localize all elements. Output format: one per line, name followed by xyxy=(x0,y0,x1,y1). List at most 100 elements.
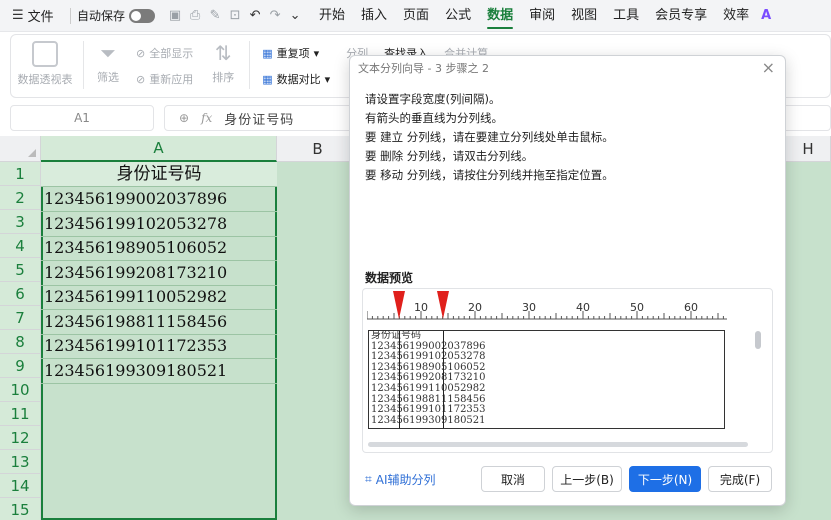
chevron-down-icon: ▾ xyxy=(324,72,331,86)
row-header[interactable]: 4 xyxy=(0,234,41,258)
tab-review[interactable]: 审阅 xyxy=(521,0,563,32)
cell-a8[interactable]: 123456199101172353 xyxy=(41,334,277,359)
ruler-label: 20 xyxy=(468,301,482,314)
instruction-line: 请设置字段宽度(列间隔)。 xyxy=(365,92,501,106)
row-header[interactable]: 7 xyxy=(0,306,41,330)
column-header-a[interactable]: A xyxy=(41,136,277,162)
cell-a3[interactable]: 123456199102053278 xyxy=(41,212,277,237)
row-header[interactable]: 2 xyxy=(0,186,41,210)
cell-a6[interactable]: 123456199110052982 xyxy=(41,285,277,310)
ruler-label: 10 xyxy=(414,301,428,314)
dialog-title: 文本分列向导 - 3 步骤之 2 xyxy=(358,62,489,75)
cancel-button[interactable]: 取消 xyxy=(481,466,545,492)
cell-a1[interactable]: 身份证号码 xyxy=(41,162,277,187)
cell-a7[interactable]: 123456198811158456 xyxy=(41,310,277,335)
instruction-line: 有箭头的垂直线为分列线。 xyxy=(365,111,503,125)
row-header[interactable]: 14 xyxy=(0,474,41,498)
chevron-down-icon[interactable]: ⌄ xyxy=(285,6,305,26)
fx-icon[interactable]: fx xyxy=(201,111,212,125)
vertical-scrollbar[interactable] xyxy=(755,331,761,349)
tab-view[interactable]: 视图 xyxy=(563,0,605,32)
horizontal-scrollbar[interactable] xyxy=(368,442,748,447)
autosave-label: 自动保存 xyxy=(77,9,126,23)
tab-member[interactable]: 会员专享 xyxy=(647,0,715,32)
column-ruler[interactable]: 10 20 30 40 50 60 xyxy=(367,289,739,333)
redo-icon[interactable]: ↷ xyxy=(265,6,285,26)
compare-label: 数据对比 xyxy=(276,73,321,86)
tab-home[interactable]: 开始 xyxy=(311,0,353,32)
autosave-toggle[interactable] xyxy=(129,8,156,23)
format-painter-icon[interactable]: ✎ xyxy=(205,6,225,26)
preview-line: 123456199309180521 xyxy=(371,414,486,426)
split-line[interactable] xyxy=(443,331,444,428)
row-header[interactable]: 5 xyxy=(0,258,41,282)
tab-formula[interactable]: 公式 xyxy=(437,0,479,32)
row-header[interactable]: 8 xyxy=(0,330,41,354)
show-all-label: 全部显示 xyxy=(149,47,194,60)
undo-icon[interactable]: ↶ xyxy=(245,6,265,26)
menu-separator xyxy=(70,7,71,24)
data-preview-panel[interactable]: 10 20 30 40 50 60 身份证号码 1234561990020378… xyxy=(362,288,773,453)
tab-insert[interactable]: 插入 xyxy=(353,0,395,32)
split-line[interactable] xyxy=(399,331,400,428)
hamburger-icon: ☰ xyxy=(12,8,24,23)
show-all-icon: ⊘ xyxy=(136,46,146,60)
instructions: 请设置字段宽度(列间隔)。 有箭头的垂直线为分列线。 要 建立 分列线，请在要建… xyxy=(365,90,614,185)
row-header[interactable]: 12 xyxy=(0,426,41,450)
compare-button[interactable]: ▦ 数据对比 ▾ xyxy=(262,71,330,87)
preview-text[interactable]: 身份证号码 123456199002037896 123456199102053… xyxy=(368,330,725,429)
formula-content: 身份证号码 xyxy=(224,112,295,128)
row-header[interactable]: 1 xyxy=(0,162,41,186)
autosave-control[interactable]: 自动保存 xyxy=(77,7,156,24)
row-header[interactable]: 3 xyxy=(0,210,41,234)
row-header[interactable]: 13 xyxy=(0,450,41,474)
reapply-icon: ⊘ xyxy=(136,72,146,86)
column-header-b[interactable]: B xyxy=(277,136,359,162)
duplicates-button[interactable]: ▦ 重复项 ▾ xyxy=(262,45,330,61)
close-icon[interactable]: × xyxy=(762,58,775,77)
next-button[interactable]: 下一步(N) xyxy=(629,466,701,492)
file-menu[interactable]: ☰ 文件 xyxy=(0,6,64,25)
cell-a5[interactable]: 123456199208173210 xyxy=(41,261,277,286)
tab-page[interactable]: 页面 xyxy=(395,0,437,32)
instruction-line: 要 移动 分列线，请按住分列线并拖至指定位置。 xyxy=(365,168,614,182)
cell-a4[interactable]: 123456198905106052 xyxy=(41,236,277,261)
ribbon-tabs: 开始 插入 页面 公式 数据 审阅 视图 工具 会员专享 效率 A xyxy=(311,0,771,32)
print-icon[interactable]: ⎙ xyxy=(185,6,205,26)
ai-split-icon: ⌗ xyxy=(365,472,372,486)
ruler-label: 40 xyxy=(576,301,590,314)
save-icon[interactable]: ▣ xyxy=(165,6,185,26)
print-preview-icon[interactable]: ⊡ xyxy=(225,6,245,26)
reapply-button[interactable]: ⊘ 重新应用 xyxy=(136,71,193,87)
ai-split-link[interactable]: ⌗ AI辅助分列 xyxy=(365,471,436,488)
tab-data[interactable]: 数据 xyxy=(479,0,521,32)
filter-label: 筛选 xyxy=(97,71,119,84)
row-header[interactable]: 15 xyxy=(0,498,41,520)
instruction-line: 要 建立 分列线，请在要建立分列线处单击鼠标。 xyxy=(365,130,614,144)
column-header-h[interactable]: H xyxy=(786,136,831,162)
ruler-label: 60 xyxy=(684,301,698,314)
cell-a9[interactable]: 123456199309180521 xyxy=(41,359,277,384)
show-all-button[interactable]: ⊘ 全部显示 xyxy=(136,45,193,61)
sort-button[interactable]: ⇅ 排序 xyxy=(201,41,245,85)
row-header[interactable]: 9 xyxy=(0,354,41,378)
pivot-table-button[interactable]: 数据透视表 xyxy=(11,41,79,87)
finish-button[interactable]: 完成(F) xyxy=(708,466,772,492)
back-button[interactable]: 上一步(B) xyxy=(552,466,622,492)
tab-efficiency[interactable]: 效率 xyxy=(715,0,757,32)
compare-icon: ▦ xyxy=(262,72,273,86)
tab-tools[interactable]: 工具 xyxy=(605,0,647,32)
ai-split-label: AI辅助分列 xyxy=(375,473,436,487)
row-header[interactable]: 6 xyxy=(0,282,41,306)
select-all-corner[interactable] xyxy=(0,136,41,162)
name-box[interactable]: A1 xyxy=(10,105,154,131)
row-header[interactable]: 10 xyxy=(0,378,41,402)
tab-ai[interactable]: A xyxy=(757,8,771,23)
split-marker-1 xyxy=(393,291,405,319)
row-header[interactable]: 11 xyxy=(0,402,41,426)
filter-button[interactable]: ⏷ 筛选 xyxy=(88,41,128,85)
preview-label: 数据预览 xyxy=(365,271,414,285)
sort-label: 排序 xyxy=(212,71,235,84)
zoom-icon[interactable]: ⊕ xyxy=(179,111,189,125)
cell-a2[interactable]: 123456199002037896 xyxy=(41,187,277,212)
